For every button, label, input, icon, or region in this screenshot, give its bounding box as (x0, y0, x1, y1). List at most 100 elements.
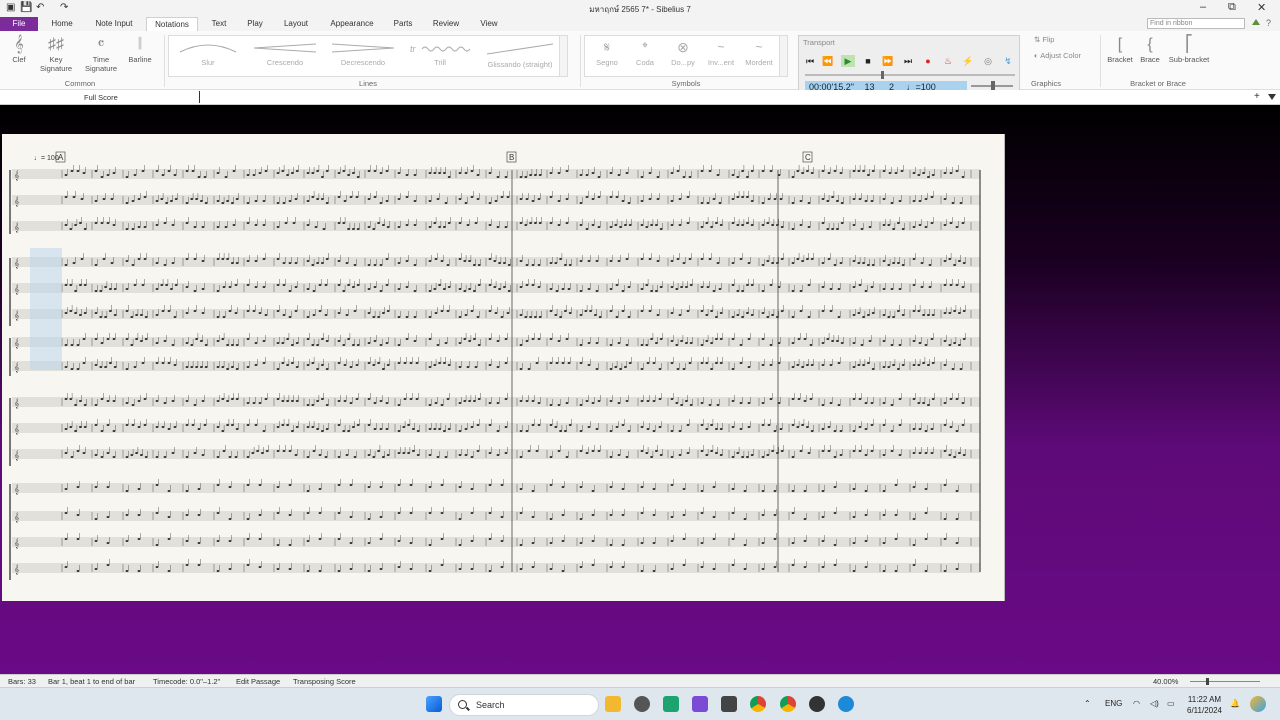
tab-play[interactable]: Play (240, 17, 270, 31)
wifi-icon[interactable]: ◠ (1133, 699, 1140, 708)
copilot-icon[interactable] (1250, 696, 1266, 712)
stop-button[interactable]: ■ (861, 55, 875, 67)
decrescendo-label: Decrescendo (340, 58, 386, 67)
note-head (659, 286, 663, 288)
taskbar-clock[interactable]: 11:22 AM 6/11/2024 (1187, 694, 1222, 716)
note-head (821, 286, 825, 288)
taskbar-search[interactable]: Search (449, 694, 599, 716)
playback-position-slider[interactable] (805, 71, 1015, 79)
rewind-button[interactable]: ⏪ (821, 55, 835, 67)
play-button[interactable]: ▶ (841, 55, 855, 67)
battery-icon[interactable]: ▭ (1167, 699, 1175, 708)
tray-overflow-icon[interactable]: ⌃ (1084, 699, 1091, 708)
status-bar: Bars: 33 Bar 1, beat 1 to end of bar Tim… (0, 674, 1280, 687)
mordent-item[interactable]: ~ Mordent (741, 36, 777, 76)
language-indicator[interactable]: ENG (1105, 699, 1122, 708)
edge-icon[interactable] (838, 696, 854, 712)
add-tab-button[interactable]: + (1254, 91, 1260, 102)
adjust-color-button[interactable]: ◐ Adjust Color (1034, 51, 1098, 60)
live-tempo-button[interactable]: ⚡ (961, 55, 975, 67)
note-head (810, 364, 814, 366)
slur-item[interactable]: Slur (175, 36, 241, 76)
whatsapp-icon[interactable] (663, 696, 679, 712)
key-signature-button[interactable]: ♯♯ Key Signature (34, 35, 78, 73)
zoom-slider[interactable] (1190, 678, 1260, 685)
crescendo-item[interactable]: Crescendo (249, 36, 321, 76)
note-head (554, 262, 558, 264)
flip-button[interactable]: ⇅ Flip (1034, 35, 1074, 44)
note-head (125, 490, 129, 492)
note-head (595, 368, 599, 370)
note-head (857, 170, 861, 172)
time-signature-button[interactable]: 𝄴 Time Signature (80, 35, 122, 73)
record-button[interactable]: ● (921, 55, 935, 67)
score-page[interactable]: 𝄞 𝄞 𝄞 𝄞 𝄞 𝄞 𝄞 𝄞 𝄞 𝄞 𝄞 𝄞 𝄞 𝄞 𝄞 ♩= 100 A B C (2, 134, 1005, 601)
coda-item[interactable]: 𝄌 Coda (627, 36, 663, 76)
click-button[interactable]: ◎ (981, 55, 995, 67)
tab-text[interactable]: Text (204, 17, 234, 31)
tab-layout[interactable]: Layout (278, 17, 314, 31)
sibelius-taskbar-icon[interactable] (809, 696, 825, 712)
double-coda-item[interactable]: ⊗ Do...py (665, 36, 701, 76)
settings-icon[interactable] (634, 696, 650, 712)
maximize-button[interactable]: ⧉ (1228, 1, 1236, 14)
bracket-button[interactable]: [ Bracket (1104, 35, 1136, 64)
brace-icon: { (1147, 36, 1153, 53)
clef-button[interactable]: 𝄞 Clef (6, 35, 32, 64)
close-button[interactable]: ✕ (1257, 1, 1266, 14)
note-head (488, 172, 492, 174)
note-head (761, 338, 765, 340)
note-head (519, 198, 523, 200)
tab-home[interactable]: Home (44, 17, 80, 31)
tempo-slider-knob[interactable] (991, 81, 995, 90)
windows-start-icon[interactable] (426, 696, 442, 712)
full-score-tab[interactable]: Full Score (84, 93, 118, 102)
chrome-profile-icon[interactable] (780, 696, 796, 712)
brace-button[interactable]: { Brace (1136, 35, 1164, 64)
segno-item[interactable]: 𝄋 Segno (589, 36, 625, 76)
volume-icon[interactable]: ◁) (1150, 699, 1159, 708)
live-playback-button[interactable]: ↯ (1001, 55, 1015, 67)
note-head (538, 174, 542, 176)
playback-position-knob[interactable] (881, 71, 884, 79)
fast-forward-button[interactable]: ⏩ (881, 55, 895, 67)
ribbon-minimize-icon[interactable] (1252, 19, 1260, 25)
tab-notations[interactable]: Notations (146, 17, 198, 31)
glissando-item[interactable]: Glissando (straight) (481, 36, 559, 76)
lines-gallery-scroll[interactable] (559, 36, 567, 76)
barline-button[interactable]: 𝄁 Barline (124, 35, 156, 64)
trill-item[interactable]: tr Trill (405, 36, 475, 76)
file-explorer-icon[interactable] (605, 696, 621, 712)
tab-parts[interactable]: Parts (388, 17, 418, 31)
tab-menu-dropdown[interactable] (1268, 94, 1276, 100)
chrome-icon[interactable] (750, 696, 766, 712)
tab-review[interactable]: Review (428, 17, 464, 31)
note-head (415, 398, 419, 400)
find-in-ribbon-input[interactable]: Find in ribbon (1147, 18, 1245, 29)
note-head (943, 312, 947, 314)
sub-bracket-button[interactable]: ⎡ Sub-bracket (1164, 35, 1214, 64)
note-head (537, 286, 541, 288)
decrescendo-item[interactable]: Decrescendo (327, 36, 399, 76)
tab-view[interactable]: View (474, 17, 504, 31)
note-head (135, 452, 139, 454)
tempo-slider[interactable] (971, 81, 1013, 90)
note-head (488, 258, 492, 260)
tab-appearance[interactable]: Appearance (324, 17, 380, 31)
notifications-icon[interactable]: 🔔 (1230, 699, 1240, 708)
note-head (69, 426, 73, 428)
tab-file[interactable]: File (0, 17, 38, 31)
discord-icon[interactable] (692, 696, 708, 712)
zoom-slider-knob[interactable] (1206, 678, 1209, 685)
inverted-mordent-item[interactable]: ~ Inv...ent (703, 36, 739, 76)
tab-note-input[interactable]: Note Input (88, 17, 140, 31)
help-icon[interactable]: ? (1266, 18, 1271, 28)
go-to-end-button[interactable]: ⏭ (901, 55, 915, 67)
go-to-start-button[interactable]: ⏮ (803, 55, 817, 67)
minimize-button[interactable]: – (1200, 1, 1206, 13)
steam-icon[interactable] (721, 696, 737, 712)
note-head (295, 400, 299, 402)
flexi-time-button[interactable]: ♨ (941, 55, 955, 67)
clef-glyph: 𝄞 (14, 258, 19, 269)
symbols-gallery-scroll[interactable] (779, 36, 787, 76)
